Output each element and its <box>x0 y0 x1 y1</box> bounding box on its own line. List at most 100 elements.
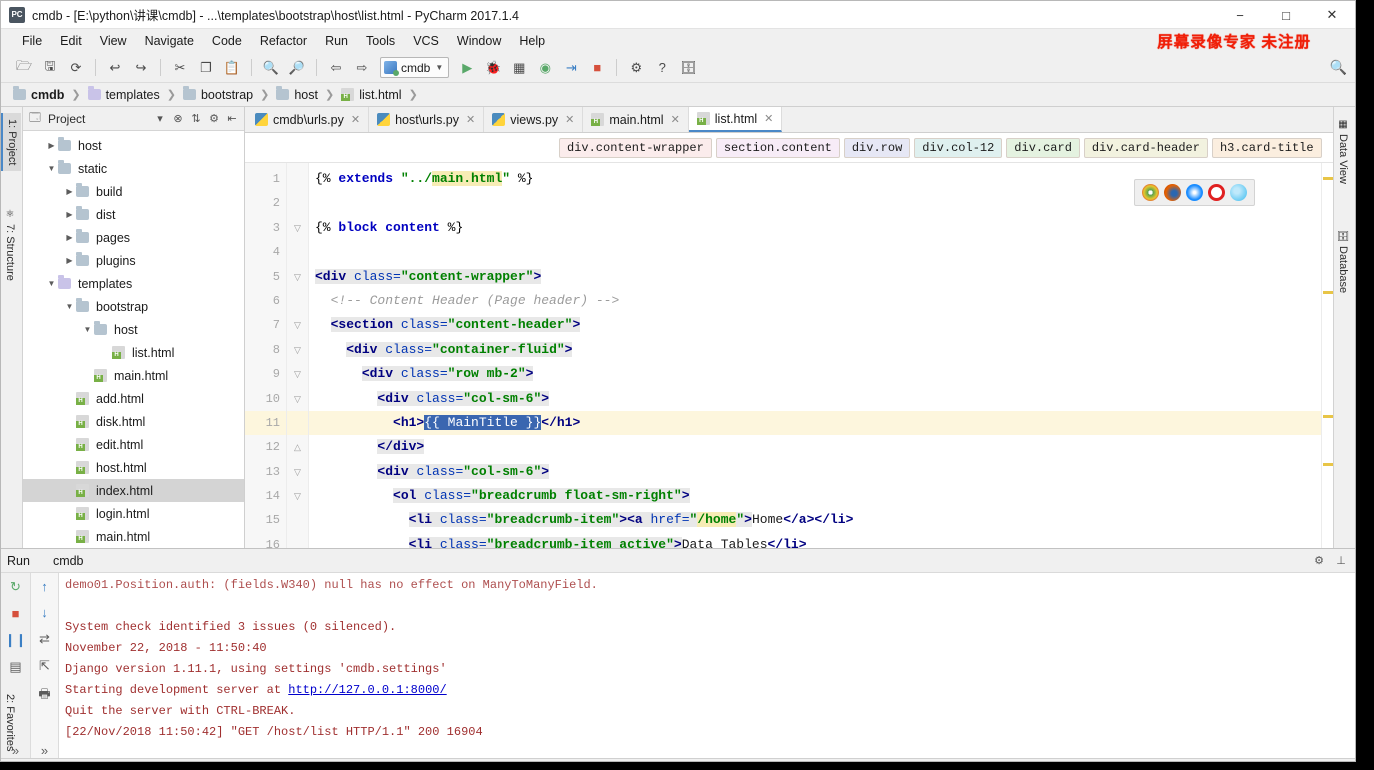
search-everywhere-icon[interactable]: 🔍 <box>1330 59 1347 76</box>
menu-file[interactable]: File <box>13 32 51 50</box>
cut-icon[interactable]: ✂ <box>168 57 192 79</box>
menu-edit[interactable]: Edit <box>51 32 91 50</box>
copy-icon[interactable]: ❐ <box>194 57 218 79</box>
pause-icon[interactable]: ❙❙ <box>5 632 27 648</box>
html-crumb-div-card[interactable]: div.card <box>1006 137 1080 158</box>
save-icon[interactable]: 🖫 <box>38 57 62 79</box>
tree-item-dist[interactable]: ▶ dist <box>23 203 244 226</box>
fold-toggle-icon[interactable]: ▽ <box>287 387 308 411</box>
soft-wrap-icon[interactable]: ⇄ <box>39 631 50 647</box>
chevron-down-icon[interactable]: ▼ <box>45 164 58 173</box>
help-icon[interactable]: ? <box>650 57 674 79</box>
sidebar-item-structure[interactable]: ⚛ 7: Structure <box>1 203 19 287</box>
attach-process-button[interactable]: ⇥ <box>559 57 583 79</box>
run-button[interactable]: ▶ <box>455 57 479 79</box>
open-folder-icon[interactable]: 🗁 <box>12 57 36 79</box>
tree-item-static[interactable]: ▼ static <box>23 157 244 180</box>
sidebar-item-database[interactable]: 🗄 Database <box>1334 223 1352 299</box>
html-crumb-div-content-wrapper[interactable]: div.content-wrapper <box>559 137 712 158</box>
tree-item-edit-html[interactable]: edit.html <box>23 433 244 456</box>
sync-icon[interactable]: ⟳ <box>64 57 88 79</box>
menu-code[interactable]: Code <box>203 32 251 50</box>
open-in-browser-popup[interactable] <box>1134 179 1255 206</box>
editor-marker-bar[interactable] <box>1321 163 1333 548</box>
editor-tab-views-py[interactable]: views.py ✕ <box>484 107 584 132</box>
scroll-to-end-icon[interactable]: ⇱ <box>39 658 50 674</box>
debug-button[interactable]: 🐞 <box>481 57 505 79</box>
chevron-right-icon[interactable]: ▶ <box>63 256 76 265</box>
breadcrumb-item-host[interactable]: host <box>274 86 320 103</box>
chevron-down-icon[interactable]: ▾ <box>152 112 168 125</box>
coverage-button[interactable]: ▦ <box>507 57 531 79</box>
edge-icon[interactable] <box>1230 184 1247 201</box>
undo-icon[interactable]: ↩ <box>103 57 127 79</box>
firefox-icon[interactable] <box>1164 184 1181 201</box>
tree-item-main-html[interactable]: main.html <box>23 525 244 548</box>
menu-view[interactable]: View <box>91 32 136 50</box>
console-output[interactable]: demo01.Position.auth: (fields.W340) null… <box>59 573 1355 758</box>
tree-item-host[interactable]: ▶ host <box>23 134 244 157</box>
navigate-back-icon[interactable]: ⇦ <box>324 57 348 79</box>
rerun-icon[interactable]: ↻ <box>10 579 21 595</box>
close-tab-icon[interactable]: ✕ <box>671 113 680 126</box>
close-tab-icon[interactable]: ✕ <box>764 112 773 125</box>
code-editor[interactable]: 1 2 3 4 5 6 7 8 9 10 11 12 13 14 15 16 ▽ ▽ ▽ ▽ ▽ ▽ △ ▽ ▽ {% ext… <box>245 163 1333 548</box>
breadcrumb-item-cmdb[interactable]: cmdb <box>11 86 66 103</box>
run-tab-cmdb[interactable]: cmdb <box>36 554 84 568</box>
menu-run[interactable]: Run <box>316 32 357 50</box>
up-icon[interactable]: ↑ <box>41 579 48 594</box>
tree-item-build[interactable]: ▶ build <box>23 180 244 203</box>
close-icon[interactable]: ✕ <box>1309 1 1355 29</box>
editor-tab-list-html[interactable]: list.html ✕ <box>688 107 783 132</box>
chevron-right-icon[interactable]: ▶ <box>45 141 58 150</box>
fold-toggle-icon[interactable]: ▽ <box>287 313 308 337</box>
fold-toggle-icon[interactable]: ▽ <box>287 362 308 386</box>
gear-icon[interactable]: ⚙ <box>206 112 222 125</box>
settings-icon[interactable]: ⚙ <box>624 57 648 79</box>
server-url-link[interactable]: http://127.0.0.1:8000/ <box>288 683 446 697</box>
tree-item-bootstrap[interactable]: ▼ bootstrap <box>23 295 244 318</box>
menu-navigate[interactable]: Navigate <box>136 32 203 50</box>
close-tab-icon[interactable]: ✕ <box>351 113 360 126</box>
down-icon[interactable]: ↓ <box>41 605 48 620</box>
warning-marker[interactable] <box>1323 415 1333 418</box>
fold-toggle-icon[interactable]: ▽ <box>287 265 308 289</box>
menu-tools[interactable]: Tools <box>357 32 404 50</box>
html-crumb-section-content[interactable]: section.content <box>715 137 840 158</box>
menu-vcs[interactable]: VCS <box>404 32 448 50</box>
expand-icon[interactable]: ⇅ <box>188 112 204 125</box>
tree-item-disk-html[interactable]: disk.html <box>23 410 244 433</box>
fold-toggle-icon[interactable]: ▽ <box>287 460 308 484</box>
warning-marker[interactable] <box>1323 291 1333 294</box>
hide-icon[interactable]: ⇤ <box>224 112 240 125</box>
tree-item-login-html[interactable]: login.html <box>23 502 244 525</box>
html-crumb-div-row[interactable]: div.row <box>843 137 911 158</box>
tree-item-host[interactable]: ▼ host <box>23 318 244 341</box>
print-icon[interactable]: 🖶 <box>38 685 50 707</box>
chevron-down-icon[interactable]: ▼ <box>63 302 76 311</box>
stop-icon[interactable]: ■ <box>12 606 20 621</box>
close-tab-icon[interactable]: ✕ <box>565 113 574 126</box>
redo-icon[interactable]: ↪ <box>129 57 153 79</box>
editor-tab-cmdb-urls-py[interactable]: cmdb\urls.py ✕ <box>247 107 370 132</box>
menu-refactor[interactable]: Refactor <box>251 32 316 50</box>
chevron-right-icon[interactable]: ▶ <box>63 233 76 242</box>
tree-item-list-html[interactable]: list.html <box>23 341 244 364</box>
find-icon[interactable]: 🔍 <box>259 57 283 79</box>
database-icon[interactable]: 🗄 <box>676 57 700 79</box>
expand-console-icon[interactable]: » <box>41 743 48 758</box>
stop-button[interactable]: ■ <box>585 57 609 79</box>
minimize-icon[interactable]: − <box>1217 1 1263 29</box>
tree-item-pages[interactable]: ▶ pages <box>23 226 244 249</box>
editor-tab-main-html[interactable]: main.html ✕ <box>583 107 689 132</box>
sidebar-item-project[interactable]: 1: Project <box>1 113 21 172</box>
chevron-down-icon[interactable]: ▼ <box>81 325 94 334</box>
opera-icon[interactable] <box>1208 184 1225 201</box>
code-content[interactable]: {% extends "../main.html" %} {% block co… <box>309 163 1321 548</box>
tree-item-add-html[interactable]: add.html <box>23 387 244 410</box>
close-tab-icon[interactable]: ✕ <box>466 113 475 126</box>
safari-icon[interactable] <box>1186 184 1203 201</box>
navigate-forward-icon[interactable]: ⇨ <box>350 57 374 79</box>
warning-marker[interactable] <box>1323 463 1333 466</box>
chevron-down-icon[interactable]: ▼ <box>45 279 58 288</box>
